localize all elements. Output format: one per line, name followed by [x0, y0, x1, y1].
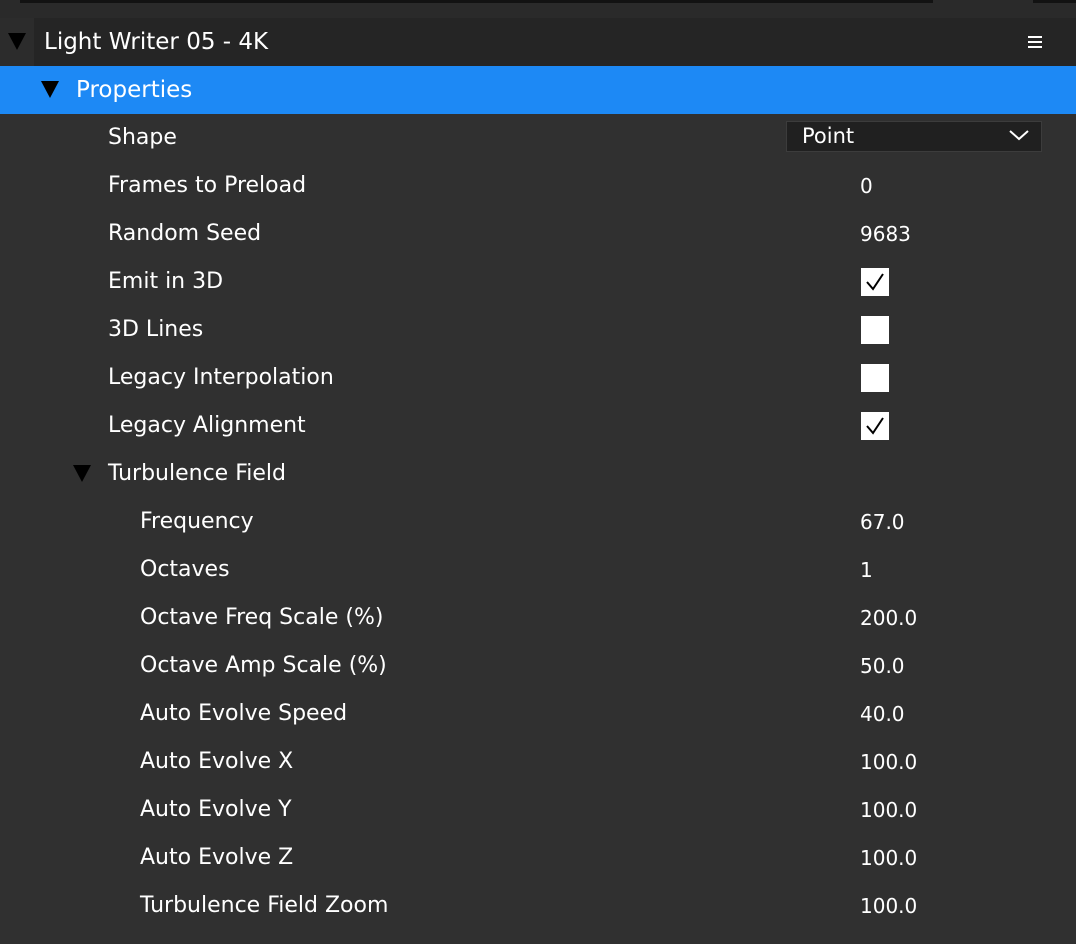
- auto-evolve-z-label: Auto Evolve Z: [140, 845, 294, 870]
- frequency-value[interactable]: 67.0: [860, 498, 905, 546]
- collapse-triangle-icon[interactable]: [8, 33, 26, 50]
- auto-evolve-x-value[interactable]: 100.0: [860, 738, 917, 786]
- auto-evolve-y-value[interactable]: 100.0: [860, 786, 917, 834]
- emit-in-3d-label: Emit in 3D: [108, 269, 224, 294]
- octaves-label: Octaves: [140, 557, 230, 582]
- properties-section-title: Properties: [76, 77, 193, 103]
- random-seed-value[interactable]: 9683: [860, 210, 911, 258]
- shape-dropdown[interactable]: Point: [786, 121, 1042, 152]
- emit-in-3d-checkbox[interactable]: [861, 268, 889, 296]
- frames-to-preload-value[interactable]: 0: [860, 162, 873, 210]
- 3d-lines-label: 3D Lines: [108, 317, 204, 342]
- top-divider-right: [1033, 0, 1076, 3]
- checkmark-icon: [866, 273, 884, 291]
- auto-evolve-z-value[interactable]: 100.0: [860, 834, 917, 882]
- turbulence-field-zoom-value[interactable]: 100.0: [860, 882, 917, 930]
- turbulence-field-title: Turbulence Field: [108, 461, 286, 486]
- checkmark-icon: [866, 417, 884, 435]
- auto-evolve-y-label: Auto Evolve Y: [140, 797, 292, 822]
- panel-title: Light Writer 05 - 4K: [44, 29, 269, 55]
- octaves-value[interactable]: 1: [860, 546, 873, 594]
- auto-evolve-speed-value[interactable]: 40.0: [860, 690, 905, 738]
- legacy-interpolation-checkbox[interactable]: [861, 364, 889, 392]
- octave-amp-scale-label: Octave Amp Scale (%): [140, 653, 387, 678]
- frequency-label: Frequency: [140, 509, 254, 534]
- shape-label: Shape: [108, 125, 177, 150]
- octave-freq-scale-value[interactable]: 200.0: [860, 594, 917, 642]
- random-seed-label: Random Seed: [108, 221, 262, 246]
- frames-to-preload-label: Frames to Preload: [108, 173, 307, 198]
- 3d-lines-checkbox[interactable]: [861, 316, 889, 344]
- turbulence-field-zoom-label: Turbulence Field Zoom: [140, 893, 389, 918]
- top-divider: [20, 0, 933, 3]
- legacy-alignment-checkbox[interactable]: [861, 412, 889, 440]
- properties-collapse-triangle-icon[interactable]: [41, 81, 59, 98]
- top-strip: [0, 0, 1076, 18]
- hamburger-menu-icon[interactable]: [1028, 36, 1042, 49]
- legacy-interpolation-label: Legacy Interpolation: [108, 365, 334, 390]
- legacy-alignment-label: Legacy Alignment: [108, 413, 306, 438]
- chevron-down-icon: [1009, 130, 1029, 141]
- auto-evolve-x-label: Auto Evolve X: [140, 749, 294, 774]
- octave-freq-scale-label: Octave Freq Scale (%): [140, 605, 384, 630]
- octave-amp-scale-value[interactable]: 50.0: [860, 642, 905, 690]
- turbulence-field-collapse-triangle-icon[interactable]: [73, 465, 91, 482]
- shape-dropdown-value: Point: [802, 124, 855, 148]
- auto-evolve-speed-label: Auto Evolve Speed: [140, 701, 348, 726]
